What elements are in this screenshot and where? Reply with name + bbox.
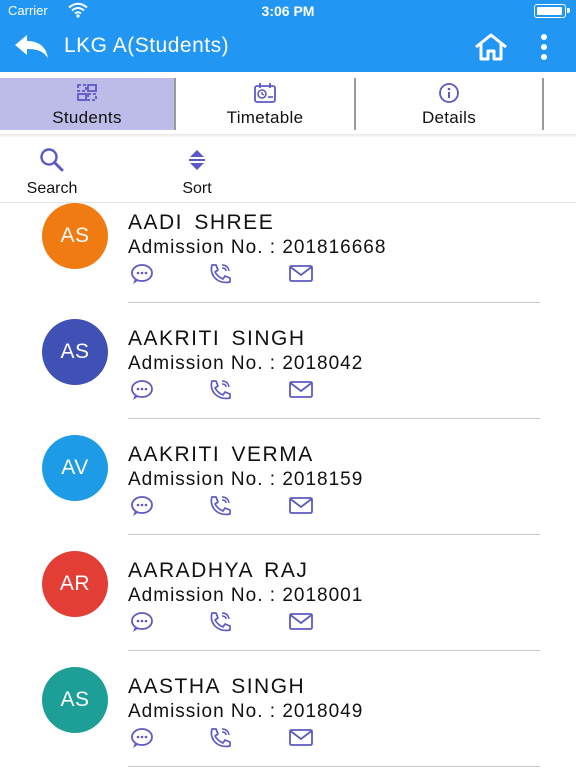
tab-bar: Students Timetable Details bbox=[0, 72, 576, 134]
student-row[interactable]: AS AADI SHREE Admission No. : 201816668 bbox=[0, 203, 576, 319]
admission-number: Admission No. : 2018042 bbox=[128, 353, 364, 374]
message-icon[interactable] bbox=[130, 263, 156, 285]
student-name: AASTHA SINGH bbox=[128, 675, 306, 698]
tab-details-label: Details bbox=[421, 108, 477, 127]
search-button[interactable]: Search bbox=[12, 146, 92, 198]
message-icon[interactable] bbox=[130, 379, 156, 401]
info-icon bbox=[439, 83, 459, 103]
mail-icon[interactable] bbox=[288, 727, 314, 749]
student-avatar: AS bbox=[42, 319, 108, 385]
row-divider bbox=[128, 650, 540, 651]
page-title: LKG A(Students) bbox=[64, 34, 230, 57]
student-list: AS AADI SHREE Admission No. : 201816668 … bbox=[0, 203, 576, 768]
mail-icon[interactable] bbox=[288, 263, 314, 285]
sort-label: Sort bbox=[182, 180, 212, 197]
message-icon[interactable] bbox=[130, 727, 156, 749]
call-icon[interactable] bbox=[208, 379, 234, 401]
row-divider bbox=[128, 766, 540, 767]
admission-number: Admission No. : 2018049 bbox=[128, 701, 364, 722]
sort-icon bbox=[189, 150, 205, 170]
back-arrow-icon[interactable] bbox=[12, 32, 52, 62]
student-row[interactable]: AS AASTHA SINGH Admission No. : 2018049 bbox=[0, 667, 576, 768]
student-name: AAKRITI VERMA bbox=[128, 443, 314, 466]
mail-icon[interactable] bbox=[288, 611, 314, 633]
battery-icon bbox=[534, 4, 570, 18]
student-row[interactable]: AS AAKRITI SINGH Admission No. : 2018042 bbox=[0, 319, 576, 435]
students-icon bbox=[77, 84, 97, 101]
tab-details[interactable]: Details bbox=[356, 78, 542, 130]
call-icon[interactable] bbox=[208, 727, 234, 749]
admission-number: Admission No. : 201816668 bbox=[128, 237, 387, 258]
tab-timetable[interactable]: Timetable bbox=[176, 78, 354, 130]
call-icon[interactable] bbox=[208, 263, 234, 285]
status-bar: Carrier 3:06 PM bbox=[0, 0, 576, 22]
home-icon[interactable] bbox=[472, 32, 510, 62]
row-divider bbox=[128, 418, 540, 419]
student-name: AADI SHREE bbox=[128, 211, 275, 234]
search-icon bbox=[40, 148, 64, 172]
student-avatar: AS bbox=[42, 203, 108, 269]
tab-students-label: Students bbox=[52, 108, 122, 127]
status-time: 3:06 PM bbox=[261, 3, 315, 19]
mail-icon[interactable] bbox=[288, 379, 314, 401]
sort-button[interactable]: Sort bbox=[157, 146, 237, 198]
tab-bar-shadow bbox=[0, 134, 576, 138]
tab-separator bbox=[542, 78, 544, 130]
student-row[interactable]: AV AAKRITI VERMA Admission No. : 2018159 bbox=[0, 435, 576, 551]
app-bar: LKG A(Students) bbox=[0, 22, 576, 72]
student-name: AAKRITI SINGH bbox=[128, 327, 306, 350]
mail-icon[interactable] bbox=[288, 495, 314, 517]
student-avatar: AR bbox=[42, 551, 108, 617]
tab-timetable-label: Timetable bbox=[226, 108, 304, 127]
student-name: AARADHYA RAJ bbox=[128, 559, 309, 582]
student-row[interactable]: AR AARADHYA RAJ Admission No. : 2018001 bbox=[0, 551, 576, 667]
tab-students[interactable]: Students bbox=[0, 78, 174, 130]
student-avatar: AV bbox=[42, 435, 108, 501]
timetable-icon bbox=[254, 83, 276, 103]
call-icon[interactable] bbox=[208, 611, 234, 633]
row-divider bbox=[128, 302, 540, 303]
admission-number: Admission No. : 2018001 bbox=[128, 585, 364, 606]
call-icon[interactable] bbox=[208, 495, 234, 517]
row-divider bbox=[128, 534, 540, 535]
search-label: Search bbox=[26, 180, 78, 197]
more-options-icon[interactable] bbox=[532, 33, 556, 61]
message-icon[interactable] bbox=[130, 495, 156, 517]
action-bar: Search Sort bbox=[0, 140, 576, 202]
message-icon[interactable] bbox=[130, 611, 156, 633]
student-avatar: AS bbox=[42, 667, 108, 733]
admission-number: Admission No. : 2018159 bbox=[128, 469, 364, 490]
